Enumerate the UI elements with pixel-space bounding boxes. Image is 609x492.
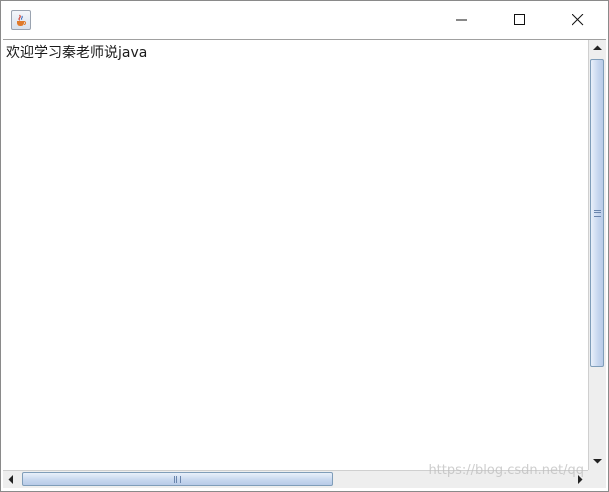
maximize-icon — [514, 14, 525, 25]
minimize-button[interactable] — [439, 1, 485, 39]
arrow-left-icon — [8, 475, 13, 484]
vertical-scrollbar[interactable] — [588, 40, 606, 470]
text-content: 欢迎学习秦老师说java — [6, 45, 148, 61]
arrow-up-icon — [593, 45, 602, 50]
scroll-down-button[interactable] — [589, 453, 606, 470]
close-button[interactable] — [555, 1, 601, 39]
vertical-scroll-thumb[interactable] — [590, 59, 604, 367]
scroll-corner — [588, 470, 606, 488]
close-icon — [572, 14, 584, 26]
horizontal-scroll-thumb[interactable] — [22, 472, 333, 486]
scroll-right-button[interactable] — [571, 471, 588, 488]
scroll-pane: 欢迎学习秦老师说java — [3, 39, 606, 490]
arrow-right-icon — [578, 475, 583, 484]
grip-icon — [174, 476, 181, 483]
title-bar[interactable] — [1, 1, 608, 39]
grip-icon — [594, 210, 601, 217]
scroll-left-button[interactable] — [3, 471, 20, 488]
arrow-down-icon — [593, 459, 602, 464]
java-cup-icon[interactable] — [11, 10, 31, 30]
minimize-icon — [456, 19, 467, 21]
scroll-up-button[interactable] — [589, 40, 606, 57]
app-window: 欢迎学习秦老师说java https://blog.csdn.net/qq — [0, 0, 609, 492]
maximize-button[interactable] — [497, 1, 543, 39]
text-area[interactable]: 欢迎学习秦老师说java — [4, 41, 587, 469]
horizontal-scrollbar[interactable] — [3, 470, 588, 488]
